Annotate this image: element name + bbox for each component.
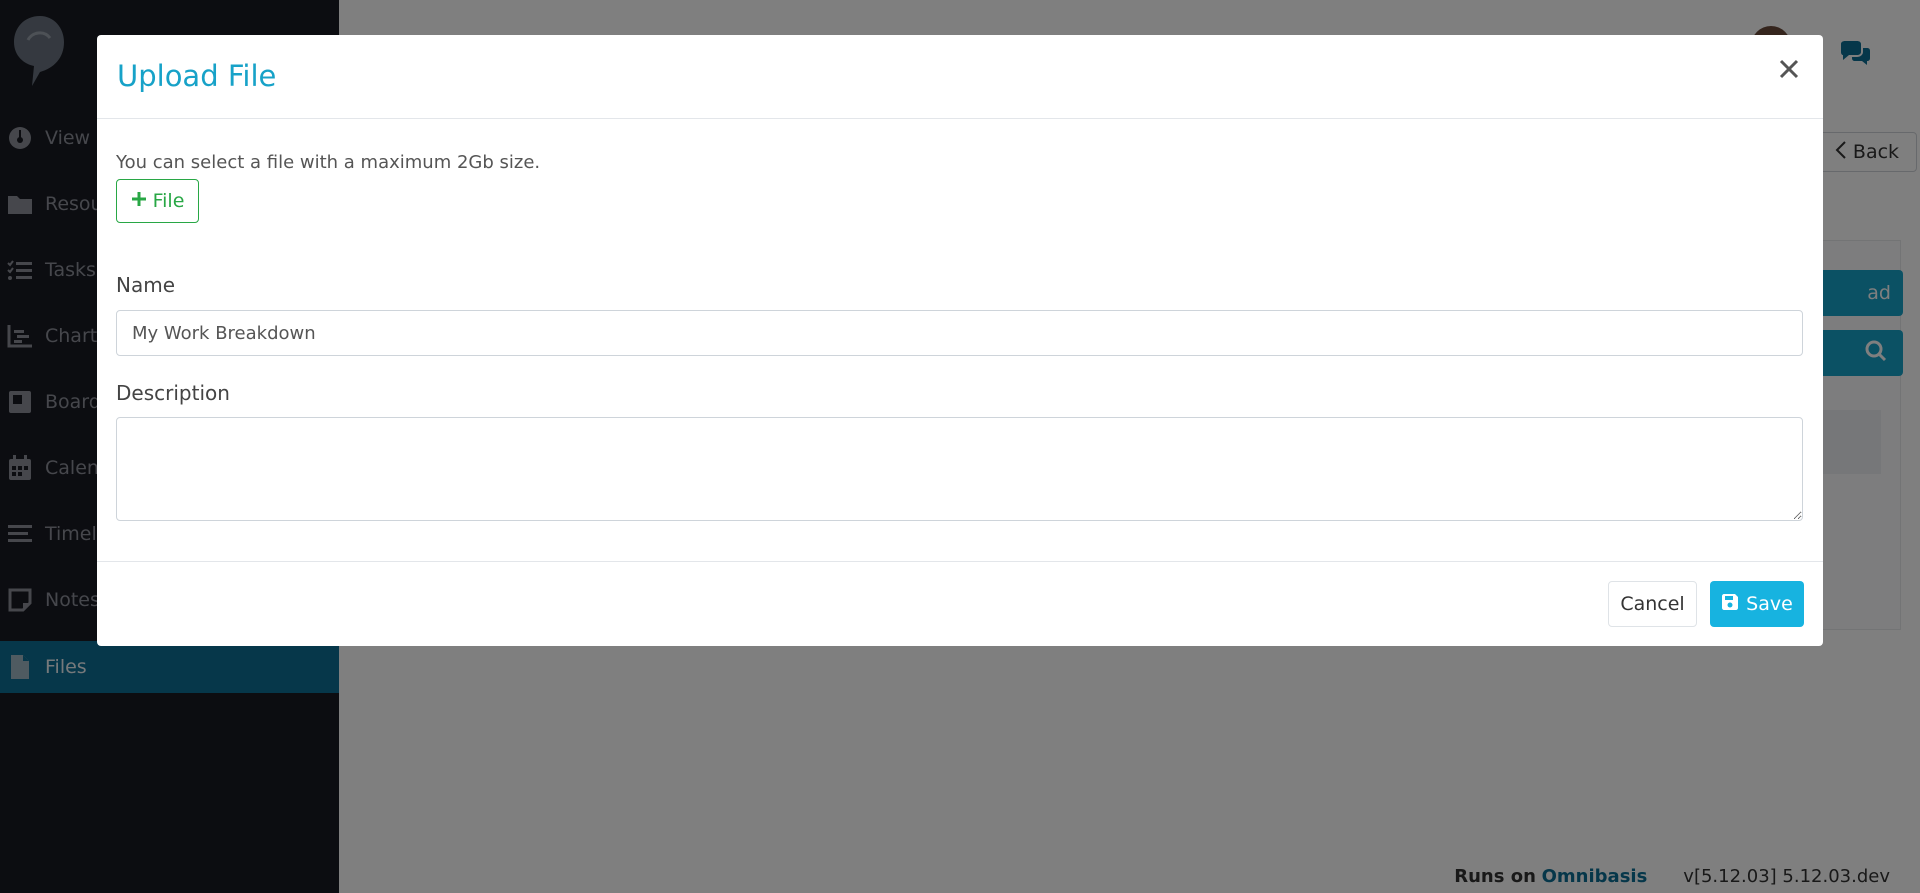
plus-icon [131, 190, 147, 212]
close-button[interactable] [1773, 55, 1805, 87]
cancel-label: Cancel [1620, 593, 1685, 615]
save-button[interactable]: Save [1710, 581, 1804, 627]
modal-header: Upload File [97, 35, 1823, 119]
add-file-label: File [152, 190, 185, 212]
add-file-button[interactable]: File [116, 179, 199, 223]
cancel-button[interactable]: Cancel [1608, 581, 1697, 627]
save-icon [1721, 593, 1739, 616]
name-field[interactable] [116, 310, 1803, 356]
description-field[interactable] [116, 417, 1803, 521]
description-label: Description [116, 381, 230, 405]
close-icon [1778, 58, 1800, 84]
modal-title: Upload File [117, 59, 277, 93]
file-size-hint: You can select a file with a maximum 2Gb… [116, 152, 541, 173]
save-label: Save [1746, 593, 1793, 615]
name-label: Name [116, 273, 176, 297]
